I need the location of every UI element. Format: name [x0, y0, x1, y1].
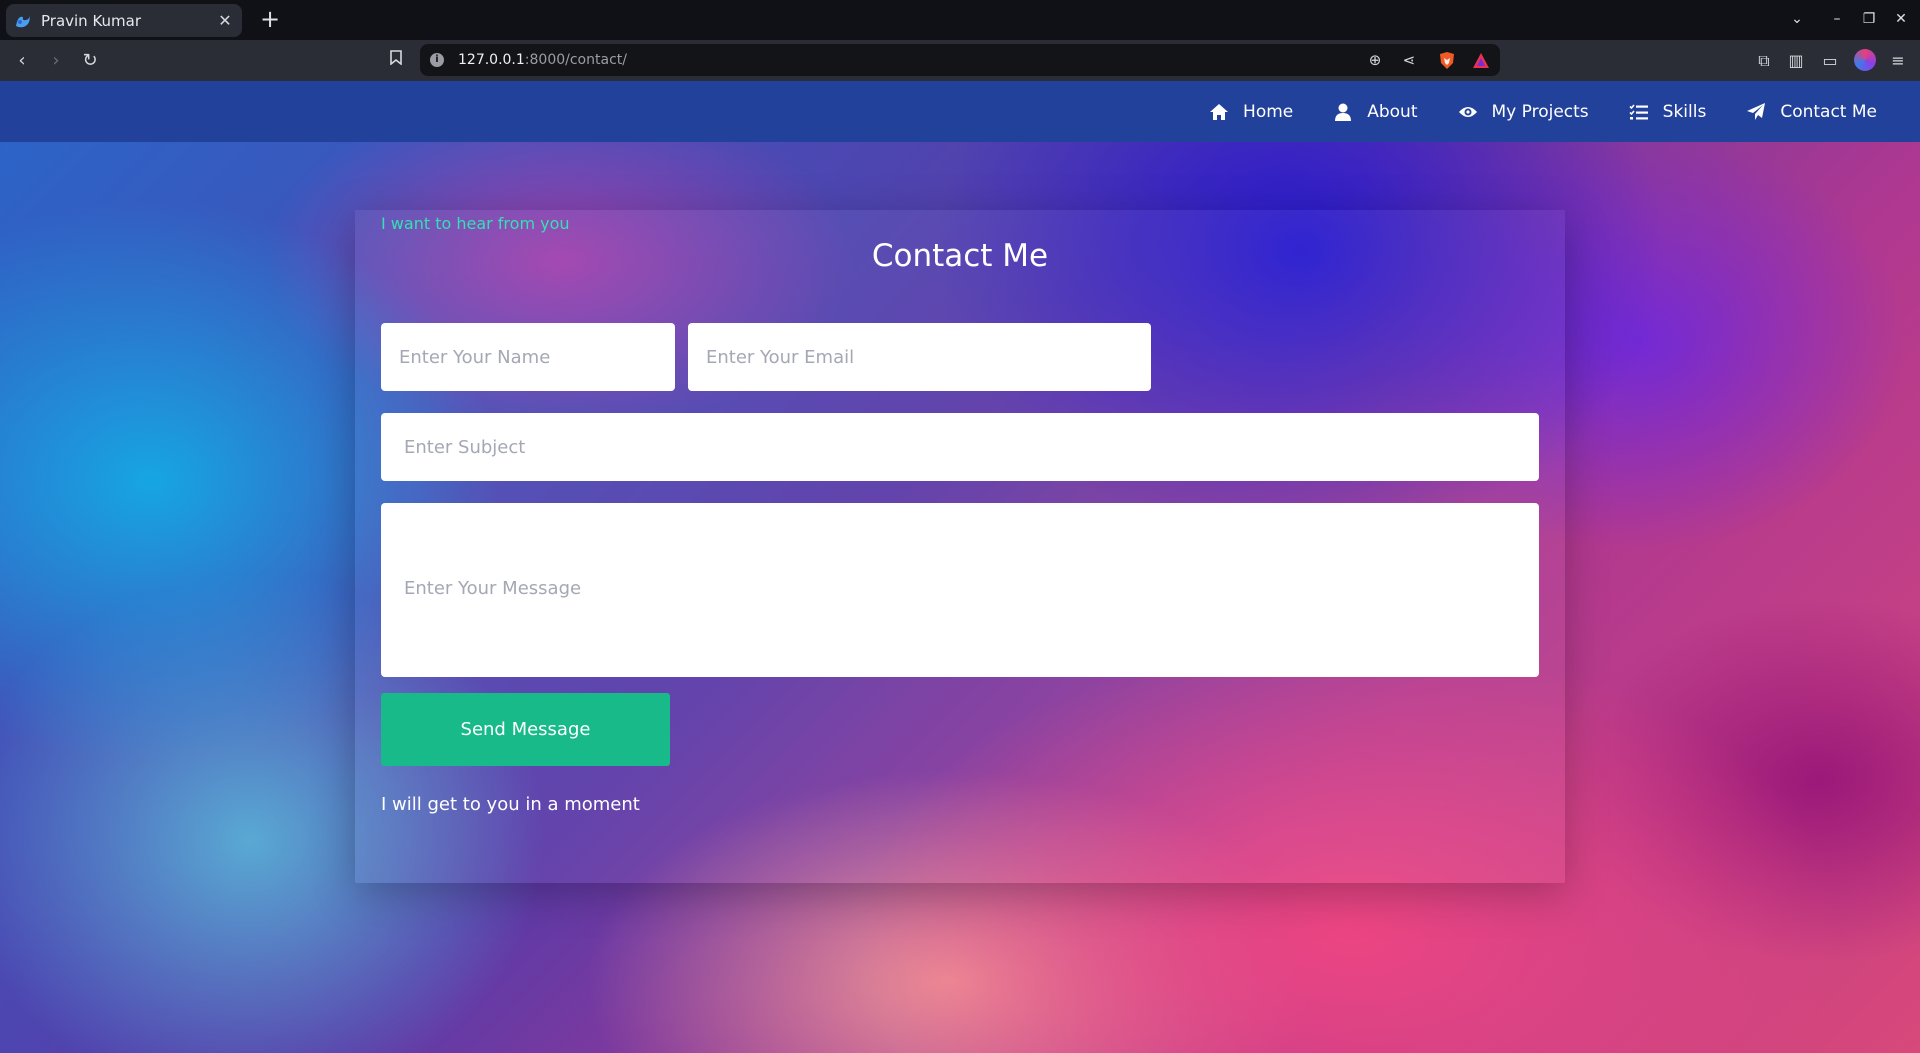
nav-about[interactable]: About — [1333, 101, 1418, 122]
site-info-icon[interactable]: i — [430, 53, 444, 67]
profile-avatar[interactable] — [1854, 49, 1876, 71]
nav-home-label: Home — [1243, 101, 1294, 122]
address-bar[interactable]: i 127.0.0.1:8000/contact/ ⊕ ⋖ — [420, 44, 1500, 76]
tab-list-chevron-icon[interactable]: ⌄ — [1786, 8, 1808, 30]
home-icon — [1209, 102, 1229, 122]
paper-plane-icon — [1746, 102, 1766, 122]
menu-icon[interactable]: ≡ — [1886, 49, 1910, 73]
nav-contact[interactable]: Contact Me — [1746, 102, 1877, 122]
minimize-icon[interactable]: – — [1826, 8, 1848, 30]
wallet-icon[interactable]: ▭ — [1818, 49, 1842, 73]
extensions-icon[interactable]: ⧉ — [1752, 49, 1776, 73]
tab-title: Pravin Kumar — [41, 11, 142, 30]
brave-shields-icon[interactable] — [1438, 51, 1456, 70]
message-textarea[interactable] — [381, 503, 1539, 677]
user-icon — [1333, 102, 1353, 122]
reload-icon[interactable]: ↻ — [78, 49, 102, 73]
nav-projects-label: My Projects — [1491, 101, 1589, 122]
back-icon[interactable]: ‹ — [10, 49, 34, 73]
send-message-button[interactable]: Send Message — [381, 693, 670, 766]
site-header: Home About My Projects Skills Contact Me — [0, 81, 1920, 142]
nav-skills-label: Skills — [1662, 101, 1707, 122]
close-window-icon[interactable]: ✕ — [1890, 8, 1912, 30]
url-host: 127.0.0.1 — [458, 52, 525, 68]
new-tab-icon[interactable]: + — [256, 6, 284, 34]
site-nav: Home About My Projects Skills Contact Me — [1169, 81, 1920, 142]
contact-footnote: I will get to you in a moment — [381, 794, 640, 815]
browser-tab-bar: Pravin Kumar ✕ + ⌄ – ❐ ✕ — [0, 0, 1920, 40]
brave-rewards-icon[interactable] — [1472, 51, 1490, 70]
email-input[interactable] — [688, 323, 1151, 391]
page-title: Contact Me — [871, 238, 1049, 274]
zoom-icon[interactable]: ⊕ — [1364, 44, 1386, 76]
forward-icon[interactable]: › — [44, 49, 68, 73]
eye-icon — [1458, 102, 1478, 122]
contact-eyebrow: I want to hear from you — [381, 214, 570, 233]
nav-projects[interactable]: My Projects — [1458, 102, 1589, 122]
page-viewport: Home About My Projects Skills Contact Me… — [0, 81, 1920, 1053]
nav-skills[interactable]: Skills — [1629, 101, 1707, 122]
nav-contact-label: Contact Me — [1780, 101, 1877, 122]
browser-tab[interactable]: Pravin Kumar ✕ — [6, 4, 242, 37]
browser-toolbar: ‹ › ↻ i 127.0.0.1:8000/contact/ ⊕ ⋖ ⧉ ▥ … — [0, 40, 1920, 81]
nav-about-label: About — [1367, 101, 1418, 122]
maximize-icon[interactable]: ❐ — [1858, 8, 1880, 30]
url-path: :8000/contact/ — [524, 52, 627, 68]
share-icon[interactable]: ⋖ — [1398, 44, 1420, 76]
tab-close-icon[interactable]: ✕ — [216, 11, 234, 30]
list-check-icon — [1629, 102, 1649, 122]
sidebar-icon[interactable]: ▥ — [1784, 49, 1808, 73]
subject-input[interactable] — [381, 413, 1539, 481]
nav-home[interactable]: Home — [1209, 102, 1293, 122]
site-favicon-icon — [16, 14, 30, 27]
bookmark-icon[interactable] — [386, 49, 406, 71]
name-input[interactable] — [381, 323, 675, 391]
